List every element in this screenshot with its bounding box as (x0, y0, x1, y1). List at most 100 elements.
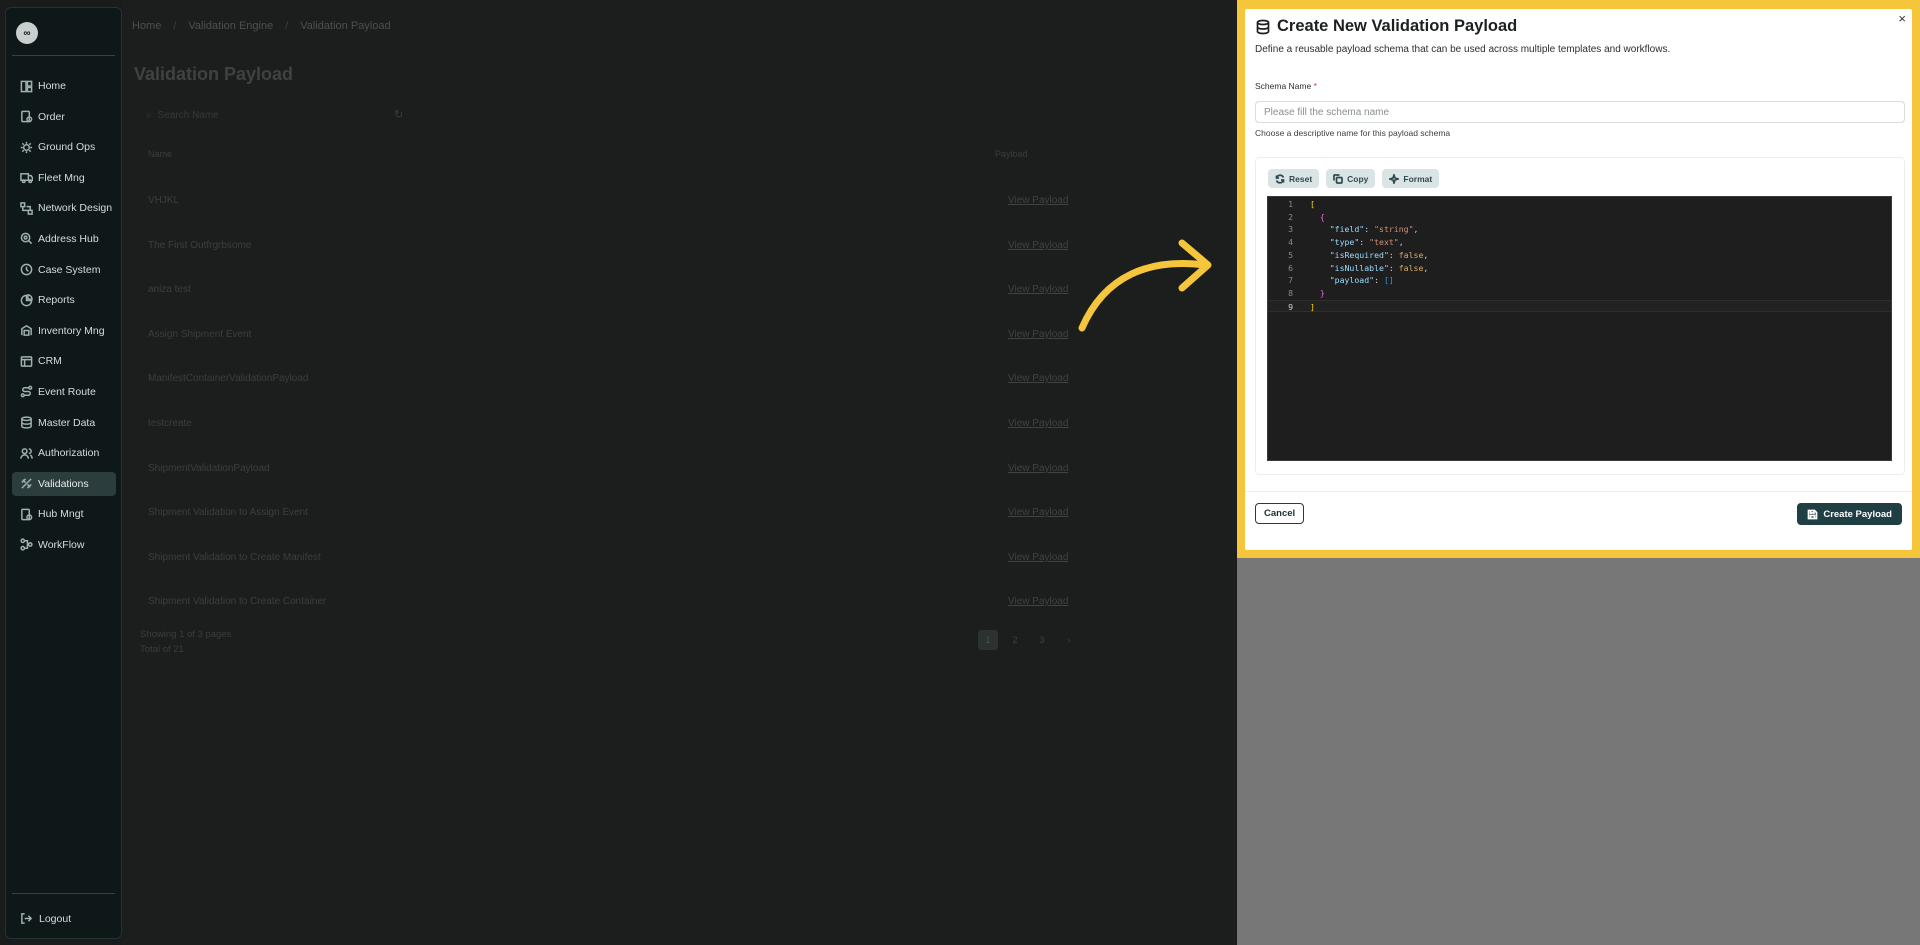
breadcrumb-home[interactable]: Home (132, 20, 161, 32)
next-page-button[interactable]: › (1059, 630, 1079, 650)
view-payload-link[interactable]: View Payload (1008, 329, 1068, 340)
sidebar-item-crm[interactable]: CRM (12, 349, 116, 373)
gray-backdrop (1237, 558, 1920, 945)
column-header-payload[interactable]: Payload (995, 149, 1028, 159)
sidebar-item-validations[interactable]: Validations (12, 471, 116, 496)
code-text: [ (1310, 199, 1315, 209)
sidebar-item-label: Address Hub (38, 232, 99, 245)
row-name: Shipment Validation to Assign Event (148, 507, 308, 518)
view-payload-link[interactable]: View Payload (1008, 552, 1068, 563)
row-name: ManifestContainerValidationPayload (148, 373, 309, 384)
search-placeholder: Search Name (157, 109, 219, 121)
view-payload-link[interactable]: View Payload (1008, 373, 1068, 384)
code-line: 6 "isNullable": false, (1268, 262, 1891, 275)
payload-editor-card: Reset Copy Format 1[ 2 { 3 "field": "str… (1255, 157, 1905, 475)
sidebar-item-label: Reports (38, 294, 75, 307)
code-line: 3 "field": "string", (1268, 223, 1891, 236)
home-icon (19, 79, 33, 93)
page-button[interactable]: 2 (1005, 630, 1025, 650)
sidebar-item-address-hub[interactable]: Address Hub (12, 227, 116, 251)
sidebar-item-label: Home (38, 80, 67, 92)
sidebar-item-event-route[interactable]: Event Route (12, 380, 116, 404)
row-name: ShipmentValidationPayload (148, 463, 270, 474)
code-line-active: 9] (1268, 299, 1891, 313)
sidebar-item-label: Case System (38, 263, 101, 276)
editor-toolbar: Reset Copy Format (1268, 169, 1440, 188)
json-code-editor[interactable]: 1[ 2 { 3 "field": "string", 4 "type": "t… (1267, 196, 1892, 461)
pointer-arrow-icon (1078, 239, 1212, 332)
format-button[interactable]: Format (1382, 169, 1440, 188)
inventory-icon (19, 324, 33, 338)
view-payload-link[interactable]: View Payload (1008, 195, 1068, 206)
sidebar-item-label: Order (38, 110, 65, 123)
view-payload-link[interactable]: View Payload (1008, 284, 1068, 295)
breadcrumb-separator: / (173, 20, 177, 32)
row-name: VHJKL (148, 195, 180, 206)
sidebar-item-label: Inventory Mng (38, 324, 105, 337)
schema-name-hint: Choose a descriptive name for this paylo… (1255, 128, 1451, 138)
create-payload-button[interactable]: Create Payload (1797, 503, 1902, 525)
refresh-icon[interactable]: ↻ (394, 108, 403, 121)
app-logo[interactable]: ∞ (16, 22, 38, 44)
view-payload-link[interactable]: View Payload (1008, 596, 1068, 607)
copy-icon (1333, 173, 1344, 184)
view-payload-link[interactable]: View Payload (1008, 240, 1068, 251)
required-mark: * (1313, 81, 1317, 91)
row-name: Shipment Validation to Create Container (148, 596, 327, 607)
table-header: Name Payload (134, 149, 1234, 165)
total-count: Total of 21 (140, 644, 184, 655)
view-payload-link[interactable]: View Payload (1008, 507, 1068, 518)
schema-name-label-text: Schema Name (1255, 81, 1312, 91)
table-row: ShipmentValidationPayload View Payload (148, 463, 1228, 483)
row-name: aniza test (148, 284, 191, 295)
pagination-info: Showing 1 of 3 pages Total of 21 (140, 627, 231, 657)
sidebar-item-reports[interactable]: Reports (12, 288, 116, 312)
sidebar-item-label: Authorization (38, 447, 100, 460)
logout-button[interactable]: Logout (20, 912, 71, 925)
table-row: VHJKL View Payload (148, 195, 1228, 215)
code-line: 4 "type": "text", (1268, 236, 1891, 249)
column-header-name[interactable]: Name (148, 149, 172, 159)
reports-icon (19, 293, 33, 307)
cancel-button[interactable]: Cancel (1255, 503, 1305, 524)
line-number: 2 (1288, 211, 1293, 222)
ground-ops-icon (19, 140, 33, 154)
sidebar-item-home[interactable]: Home (12, 74, 116, 98)
sidebar-item-inventory-mng[interactable]: Inventory Mng (12, 319, 116, 343)
view-payload-link[interactable]: View Payload (1008, 463, 1068, 474)
reset-icon (1275, 173, 1285, 184)
crm-icon (19, 354, 33, 368)
schema-name-input[interactable] (1255, 101, 1905, 123)
table-row: ManifestContainerValidationPayload View P… (148, 373, 1228, 393)
breadcrumb-validation-engine[interactable]: Validation Engine (188, 20, 273, 32)
sidebar-item-ground-ops[interactable]: Ground Ops (12, 135, 116, 159)
code-text: "isNullable": false, (1329, 262, 1429, 273)
sidebar-item-hub-mngt[interactable]: Hub Mngt (12, 502, 116, 526)
page-button[interactable]: 3 (1032, 630, 1052, 650)
sidebar-item-fleet-mng[interactable]: Fleet Mng (12, 166, 116, 190)
order-icon (19, 110, 33, 124)
sidebar-item-workflow[interactable]: WorkFlow (12, 533, 116, 557)
sidebar-divider (12, 893, 115, 894)
address-icon (19, 232, 33, 246)
search-input[interactable]: ⌕ Search Name (138, 104, 368, 126)
code-text: } (1319, 287, 1325, 298)
create-payload-label: Create Payload (1823, 508, 1892, 520)
sidebar-item-order[interactable]: Order (12, 105, 116, 129)
page-title: Validation Payload (134, 64, 294, 84)
reset-button[interactable]: Reset (1268, 169, 1320, 188)
sidebar-item-authorization[interactable]: Authorization (12, 441, 116, 465)
breadcrumb-separator: / (285, 20, 289, 32)
sidebar-item-label: Ground Ops (38, 141, 96, 154)
view-payload-link[interactable]: View Payload (1008, 418, 1068, 429)
sidebar-item-network-design[interactable]: Network Design (12, 196, 116, 220)
create-payload-modal: × Create New Validation Payload Define a… (1245, 9, 1912, 550)
sidebar-item-case-system[interactable]: Case System (12, 258, 116, 282)
workflow-icon (19, 538, 33, 552)
database-icon (19, 416, 33, 430)
sidebar-item-master-data[interactable]: Master Data (12, 411, 116, 435)
page-button[interactable]: 1 (978, 630, 998, 650)
close-icon[interactable]: × (1898, 11, 1906, 26)
copy-button[interactable]: Copy (1326, 169, 1376, 188)
hub-icon (19, 507, 33, 521)
